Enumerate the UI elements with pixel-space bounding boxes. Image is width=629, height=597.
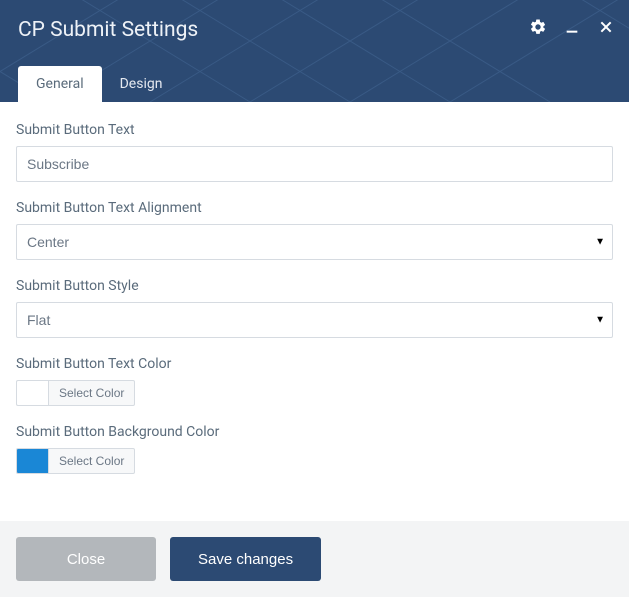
swatch-text-color[interactable] bbox=[16, 380, 48, 406]
input-submit-button-text[interactable] bbox=[16, 146, 613, 182]
select-submit-alignment-value: Center bbox=[27, 234, 69, 250]
label-submit-alignment: Submit Button Text Alignment bbox=[16, 200, 613, 216]
field-bg-color: Submit Button Background Color Select Co… bbox=[16, 424, 613, 474]
field-submit-alignment: Submit Button Text Alignment Center ▼ bbox=[16, 200, 613, 260]
close-icon[interactable] bbox=[597, 18, 615, 36]
select-submit-style-value: Flat bbox=[27, 312, 50, 328]
select-submit-style[interactable]: Flat bbox=[16, 302, 613, 338]
field-submit-style: Submit Button Style Flat ▼ bbox=[16, 278, 613, 338]
select-color-button-bg[interactable]: Select Color bbox=[48, 448, 135, 474]
save-changes-button[interactable]: Save changes bbox=[170, 537, 321, 581]
select-color-button-text[interactable]: Select Color bbox=[48, 380, 135, 406]
tab-general[interactable]: General bbox=[18, 66, 102, 102]
label-text-color: Submit Button Text Color bbox=[16, 356, 613, 372]
label-bg-color: Submit Button Background Color bbox=[16, 424, 613, 440]
header-controls bbox=[529, 18, 615, 36]
dialog-title: CP Submit Settings bbox=[18, 18, 198, 42]
field-text-color: Submit Button Text Color Select Color bbox=[16, 356, 613, 406]
settings-gear-icon[interactable] bbox=[529, 18, 547, 36]
field-submit-button-text: Submit Button Text bbox=[16, 122, 613, 182]
dialog-footer: Close Save changes bbox=[0, 521, 629, 597]
label-submit-style: Submit Button Style bbox=[16, 278, 613, 294]
swatch-bg-color[interactable] bbox=[16, 448, 48, 474]
select-submit-alignment[interactable]: Center bbox=[16, 224, 613, 260]
tabs: General Design bbox=[18, 66, 180, 102]
label-submit-button-text: Submit Button Text bbox=[16, 122, 613, 138]
close-button[interactable]: Close bbox=[16, 537, 156, 581]
tab-design[interactable]: Design bbox=[102, 66, 181, 102]
dialog-body: Submit Button Text Submit Button Text Al… bbox=[0, 102, 629, 502]
minimize-icon[interactable] bbox=[563, 18, 581, 36]
dialog-header: CP Submit Settings General Design bbox=[0, 0, 629, 102]
